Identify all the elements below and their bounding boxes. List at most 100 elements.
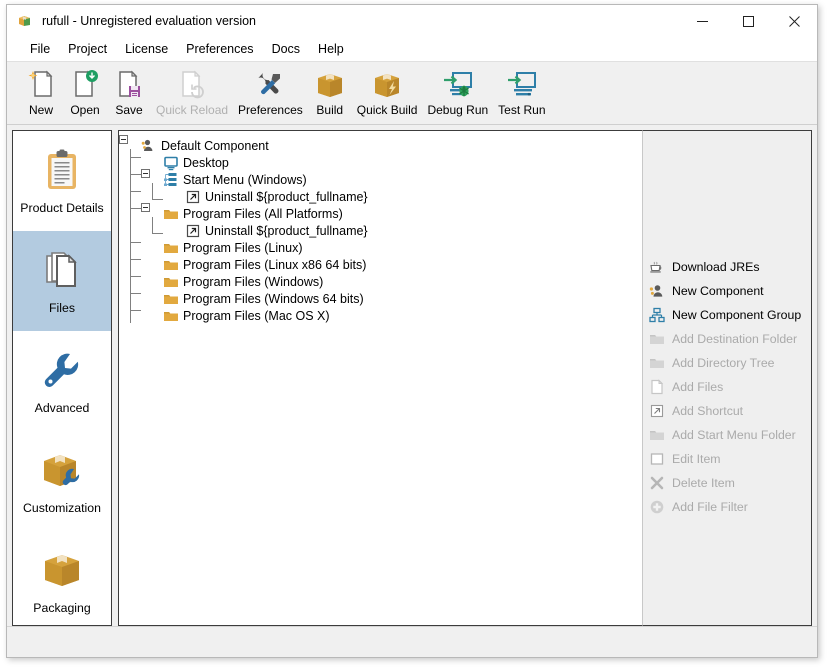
action-new-component[interactable]: New Component — [649, 279, 809, 303]
sidebar-label-advanced: Advanced — [35, 401, 90, 415]
action-new-component-group[interactable]: New Component Group — [649, 303, 809, 327]
tree-row-program-files-windows[interactable]: Program Files (Windows) — [123, 273, 642, 290]
toolbar-button-open[interactable]: Open — [63, 65, 107, 121]
open-file-icon — [68, 68, 102, 101]
toolbar-label-quick-reload: Quick Reload — [156, 103, 228, 117]
toolbar-label-preferences: Preferences — [238, 103, 303, 117]
toolbar-button-quick-build[interactable]: Quick Build — [352, 65, 423, 121]
action-download-jres[interactable]: Download JREs — [649, 255, 809, 279]
debug-run-icon — [441, 68, 475, 101]
shortcut-icon — [185, 223, 201, 239]
action-label: Add Destination Folder — [672, 332, 797, 346]
title-bar: rufull - Unregistered evaluation version — [7, 5, 817, 37]
folder-icon — [163, 257, 179, 273]
tree-row-program-files-windows-64[interactable]: Program Files (Windows 64 bits) — [123, 290, 642, 307]
action-label: Add Shortcut — [672, 404, 743, 418]
tree-row-program-files-all-platforms[interactable]: Program Files (All Platforms) — [123, 205, 642, 222]
action-label: Add Start Menu Folder — [672, 428, 796, 442]
toolbar-label-open: Open — [70, 103, 99, 117]
shortcut-icon — [649, 403, 665, 419]
quick-build-icon — [370, 68, 404, 101]
application-window: rufull - Unregistered evaluation version… — [6, 4, 818, 658]
sidebar-label-customization: Customization — [23, 501, 101, 515]
sidebar-item-advanced[interactable]: Advanced — [13, 331, 111, 431]
toolbar-label-quick-build: Quick Build — [357, 103, 418, 117]
toolbar-label-new: New — [29, 103, 53, 117]
action-label: New Component — [672, 284, 764, 298]
action-delete-item: Delete Item — [649, 471, 809, 495]
build-icon — [313, 68, 347, 101]
action-label: New Component Group — [672, 308, 801, 322]
folder-icon — [649, 355, 665, 371]
tree-label: Start Menu (Windows) — [183, 173, 307, 187]
component-icon — [141, 138, 157, 154]
test-run-icon — [505, 68, 539, 101]
toolbar-button-new[interactable]: New — [19, 65, 63, 121]
maximize-button[interactable] — [725, 5, 771, 37]
add-circle-icon — [649, 499, 665, 515]
tree-label: Program Files (All Platforms) — [183, 207, 343, 221]
menu-item-preferences[interactable]: Preferences — [177, 40, 262, 58]
action-add-shortcut: Add Shortcut — [649, 399, 809, 423]
tree-row-uninstall-shortcut-program-files[interactable]: Uninstall ${product_fullname} — [123, 222, 642, 239]
minimize-button[interactable] — [679, 5, 725, 37]
action-label: Add File Filter — [672, 500, 748, 514]
folder-icon — [649, 427, 665, 443]
menu-item-file[interactable]: File — [21, 40, 59, 58]
sidebar-item-product-details[interactable]: Product Details — [13, 131, 111, 231]
menu-item-project[interactable]: Project — [59, 40, 116, 58]
action-label: Download JREs — [672, 260, 759, 274]
shortcut-icon — [185, 189, 201, 205]
window-controls — [679, 5, 817, 37]
actions-panel: Download JREs New Component — [642, 130, 812, 626]
action-add-start-menu-folder: Add Start Menu Folder — [649, 423, 809, 447]
package-icon — [17, 13, 33, 29]
save-icon — [112, 68, 146, 101]
toolbar-label-save: Save — [115, 103, 142, 117]
close-button[interactable] — [771, 5, 817, 37]
menu-item-docs[interactable]: Docs — [263, 40, 309, 58]
component-tree-panel: Default Component Desktop — [118, 130, 642, 626]
maximize-icon — [743, 16, 754, 27]
menu-item-license[interactable]: License — [116, 40, 177, 58]
tree-row-desktop[interactable]: Desktop — [123, 154, 642, 171]
action-add-file-filter: Add File Filter — [649, 495, 809, 519]
folder-icon — [163, 274, 179, 290]
action-label: Add Directory Tree — [672, 356, 775, 370]
wrench-icon — [39, 348, 85, 394]
folder-icon — [163, 291, 179, 307]
files-icon — [39, 248, 85, 294]
menu-item-help[interactable]: Help — [309, 40, 353, 58]
window-title: rufull - Unregistered evaluation version — [42, 14, 256, 28]
sidebar-item-packaging[interactable]: Packaging — [13, 531, 111, 626]
sidebar-item-files[interactable]: Files — [13, 231, 111, 331]
quick-reload-icon — [175, 68, 209, 101]
toolbar-label-build: Build — [316, 103, 343, 117]
tree-row-default-component[interactable]: Default Component — [123, 137, 642, 154]
toolbar-button-test-run[interactable]: Test Run — [493, 65, 550, 121]
toolbar-button-preferences[interactable]: Preferences — [233, 65, 308, 121]
start-menu-icon — [163, 172, 179, 188]
tree-label: Program Files (Linux) — [183, 241, 302, 255]
new-file-icon — [24, 68, 58, 101]
tree-row-start-menu[interactable]: Start Menu (Windows) — [123, 171, 642, 188]
tree-row-program-files-linux[interactable]: Program Files (Linux) — [123, 239, 642, 256]
delete-x-icon — [649, 475, 665, 491]
file-icon — [649, 379, 665, 395]
status-bar — [7, 626, 817, 657]
tree-row-program-files-linux-x86-64[interactable]: Program Files (Linux x86 64 bits) — [123, 256, 642, 273]
tree-row-program-files-macosx[interactable]: Program Files (Mac OS X) — [123, 307, 642, 324]
toolbar-button-save[interactable]: Save — [107, 65, 151, 121]
desktop-icon — [163, 155, 179, 171]
tree-row-uninstall-shortcut-start-menu[interactable]: Uninstall ${product_fullname} — [123, 188, 642, 205]
sidebar-label-files: Files — [49, 301, 75, 315]
sidebar-item-customization[interactable]: Customization — [13, 431, 111, 531]
tree-label: Desktop — [183, 156, 229, 170]
action-label: Add Files — [672, 380, 723, 394]
toolbar-button-build[interactable]: Build — [308, 65, 352, 121]
folder-icon — [163, 308, 179, 324]
sidebar: Product Details Files — [12, 130, 112, 626]
box-wrench-icon — [39, 448, 85, 494]
toolbar-button-debug-run[interactable]: Debug Run — [422, 65, 493, 121]
tree-label: Uninstall ${product_fullname} — [205, 190, 368, 204]
